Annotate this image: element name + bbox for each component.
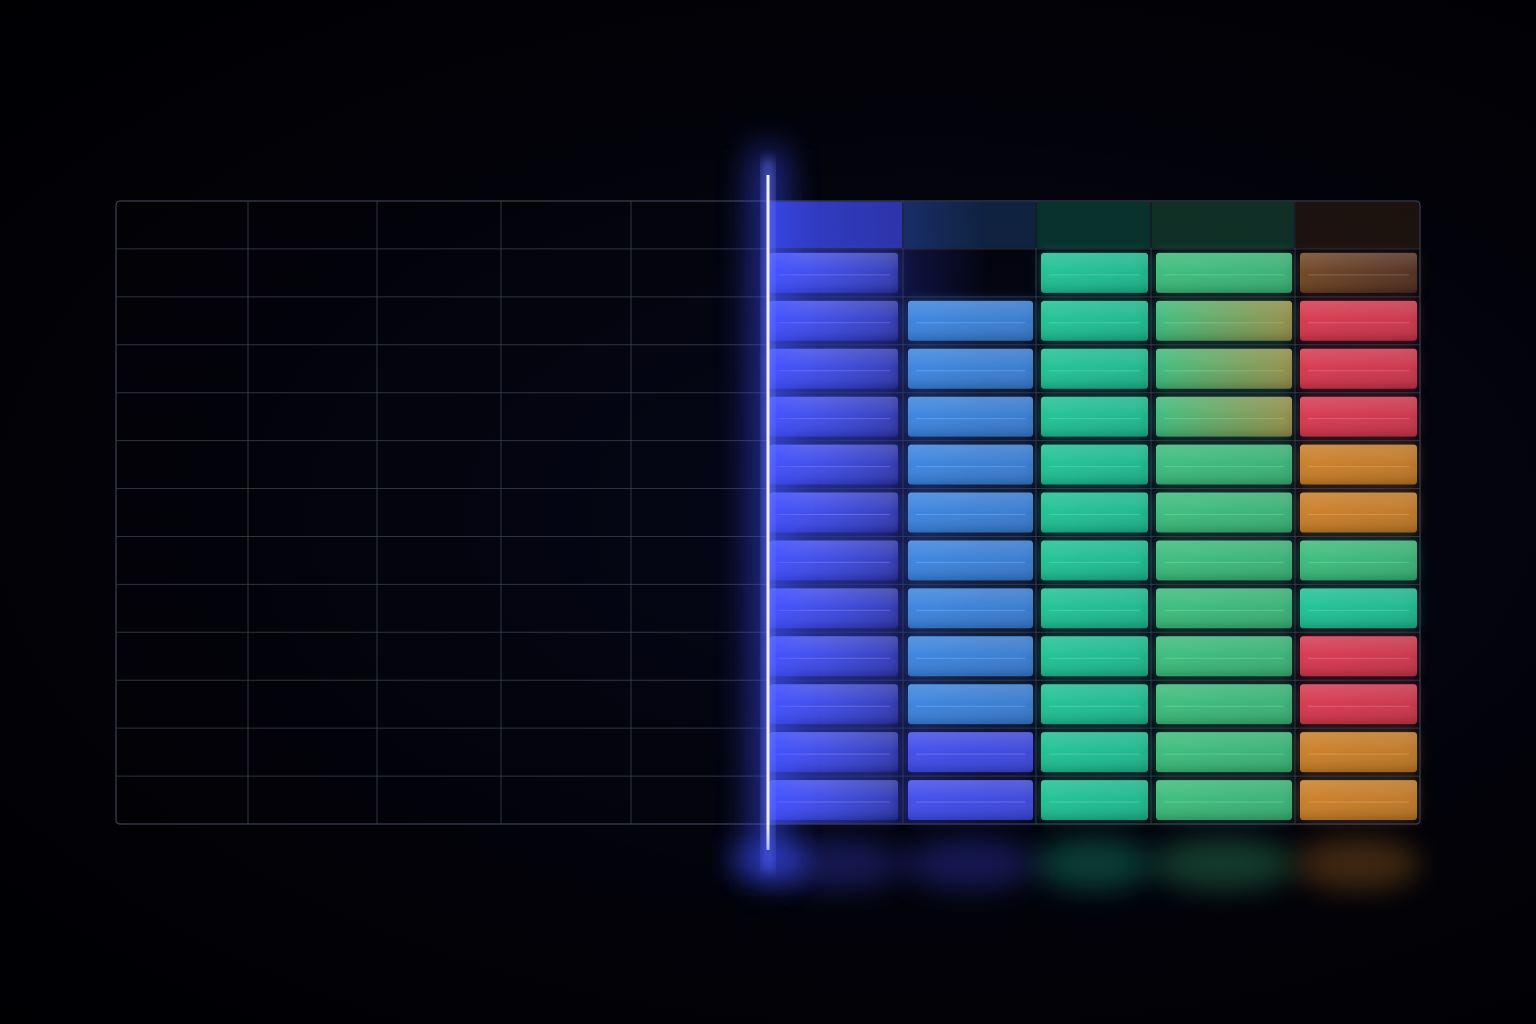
cell-sheen (1041, 732, 1148, 773)
header-cell (1152, 202, 1294, 248)
cell-sheen (1300, 348, 1417, 389)
cell-sheen (1156, 588, 1292, 629)
cell-sheen (1156, 348, 1292, 389)
cell-sheen (1041, 444, 1148, 485)
cell-sheen (908, 348, 1033, 389)
cell-sheen (769, 636, 898, 677)
cell-sheen (908, 732, 1033, 773)
cell-sheen (1300, 636, 1417, 677)
cell-sheen (769, 492, 898, 533)
cell-sheen (1041, 780, 1148, 820)
cell-sheen (769, 396, 898, 437)
cell-sheen (908, 492, 1033, 533)
cell-reflection (903, 838, 1036, 890)
cell-sheen (769, 540, 898, 581)
cell-sheen (908, 780, 1033, 820)
cell-sheen (1156, 300, 1292, 341)
cell-sheen (908, 444, 1033, 485)
cell-sheen (1041, 396, 1148, 437)
scanline-core (766, 175, 770, 850)
cell-sheen (1041, 252, 1148, 293)
cell-sheen (908, 540, 1033, 581)
cell-sheen (769, 252, 898, 293)
header-cell (904, 202, 1035, 248)
header-cell (1037, 202, 1150, 248)
cell-sheen (1300, 444, 1417, 485)
floor-reflections (768, 838, 1420, 890)
scanline-reflection (728, 842, 808, 878)
cell-sheen (908, 636, 1033, 677)
cell-sheen (1300, 252, 1417, 293)
cell-sheen (1156, 540, 1292, 581)
cell-sheen (1041, 348, 1148, 389)
cell-sheen (1156, 444, 1292, 485)
cell-reflection (1295, 838, 1420, 890)
header-cell (769, 202, 902, 248)
cell-sheen (1156, 684, 1292, 725)
cell-sheen (1041, 636, 1148, 677)
header-cell (1296, 202, 1419, 248)
cell-sheen (1300, 732, 1417, 773)
cell-sheen (1156, 492, 1292, 533)
cell-sheen (1041, 588, 1148, 629)
grid-scene (115, 150, 1421, 890)
cell-sheen (769, 780, 898, 820)
cell-reflection (1036, 838, 1151, 890)
cell-sheen (908, 684, 1033, 725)
cell-sheen (908, 588, 1033, 629)
cell-sheen (1156, 732, 1292, 773)
cell-sheen (1156, 636, 1292, 677)
cell-sheen (1041, 540, 1148, 581)
cell-sheen (1300, 540, 1417, 581)
cell-sheen (1300, 684, 1417, 725)
cell-sheen (769, 732, 898, 773)
cell-sheen (769, 588, 898, 629)
colored-cells (768, 201, 1419, 824)
cell-reflection (1151, 838, 1295, 890)
cell-sheen (769, 348, 898, 389)
cell-sheen (1300, 492, 1417, 533)
cell-sheen (1300, 396, 1417, 437)
cell-sheen (1041, 492, 1148, 533)
cell-sheen (1300, 780, 1417, 820)
cell-sheen (769, 300, 898, 341)
cell-sheen (1041, 684, 1148, 725)
cell-sheen (1156, 780, 1292, 820)
cell-sheen (908, 300, 1033, 341)
cell-sheen (1300, 588, 1417, 629)
spreadsheet-illustration (0, 0, 1536, 1024)
cell-sheen (1300, 300, 1417, 341)
cell-sheen (769, 684, 898, 725)
cell-sheen (1041, 300, 1148, 341)
cell-sheen (1156, 396, 1292, 437)
cell-sheen (769, 444, 898, 485)
cell-sheen (1156, 252, 1292, 293)
cell-sheen (908, 396, 1033, 437)
